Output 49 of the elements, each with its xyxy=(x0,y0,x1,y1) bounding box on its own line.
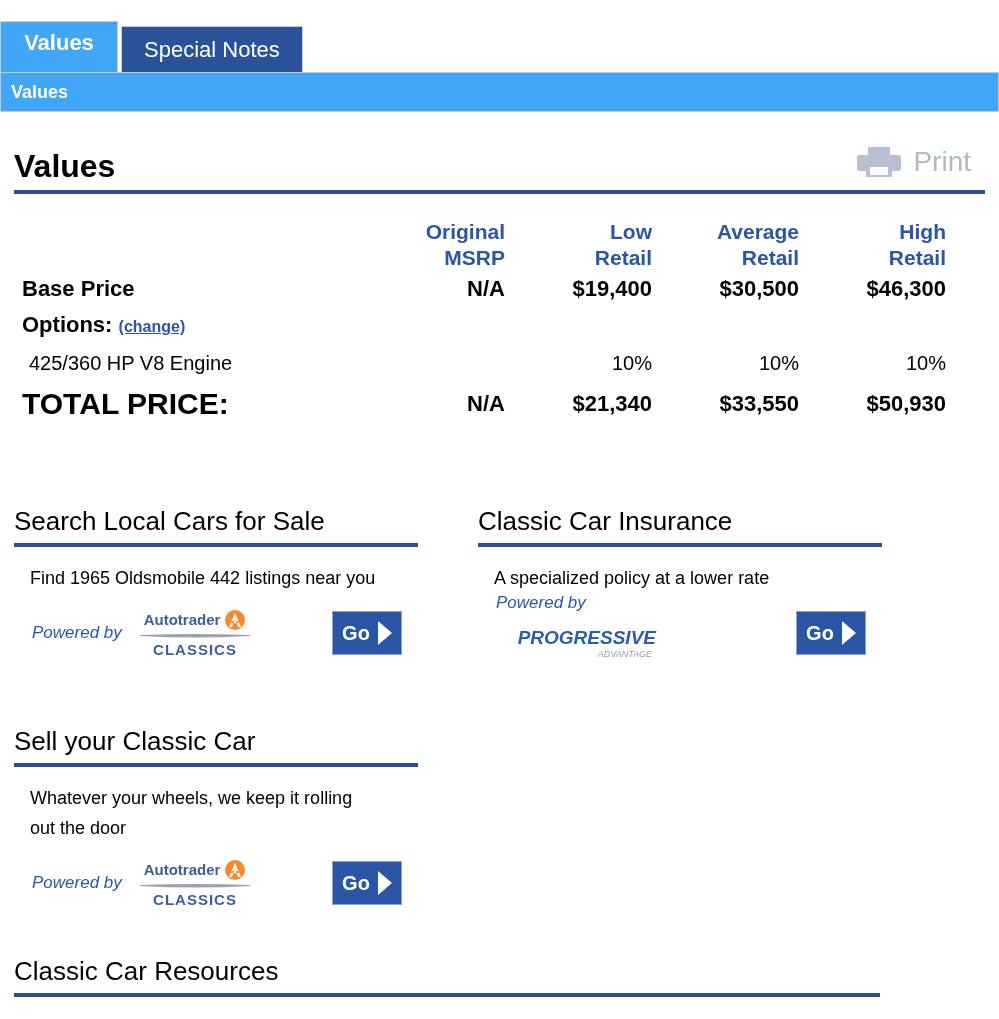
logo-wordmark: Autotrader xyxy=(143,611,221,628)
arrow-icon xyxy=(377,871,392,895)
table-cell-text: 10% xyxy=(904,351,946,376)
powered-by-label: Powered by xyxy=(496,593,588,613)
panel-text: out the door xyxy=(30,817,128,840)
section-title: Values xyxy=(14,147,116,186)
subheader-title: Values xyxy=(11,81,69,103)
table-cell-text: $33,550 xyxy=(718,390,799,418)
panel-title: Classic Car Insurance xyxy=(478,505,882,547)
table-cell-text: $50,930 xyxy=(865,390,946,418)
arrow-icon xyxy=(377,621,392,645)
table-cell-text: 10% xyxy=(757,351,799,376)
panel-text: Whatever your wheels, we keep it rolling xyxy=(30,787,354,810)
table-cell-text: $46,300 xyxy=(865,275,946,303)
column-header: Original MSRP xyxy=(424,219,505,271)
logo-subtitle: CLASSICS xyxy=(153,640,237,658)
table-cell-text: $19,400 xyxy=(571,275,652,303)
logo-icon xyxy=(224,608,247,631)
go-button[interactable]: Go xyxy=(332,611,402,655)
table-cell-text: $30,500 xyxy=(718,275,799,303)
logo-wordmark: Autotrader xyxy=(143,861,221,878)
go-button[interactable]: Go xyxy=(796,611,866,655)
powered-by-label: Powered by xyxy=(32,623,124,643)
logo-subtitle: ADVANTAGE xyxy=(597,649,652,659)
logo-wordmark: PROGRESSIVE xyxy=(517,627,656,649)
tab[interactable]: Special Notes xyxy=(121,26,303,72)
panel-title: Search Local Cars for Sale xyxy=(14,505,418,547)
table-cell-text: N/A xyxy=(466,390,505,418)
logo-icon xyxy=(224,858,247,881)
logo-subtitle: CLASSICS xyxy=(153,890,237,908)
change-link[interactable]: (change) xyxy=(118,318,186,335)
panel-text: A specialized policy at a lower rate xyxy=(494,567,771,590)
panel-title: Classic Car Resources xyxy=(14,955,880,997)
arrow-icon xyxy=(841,621,856,645)
row-label: 425/360 HP V8 Engine xyxy=(28,351,234,376)
table-cell-text: N/A xyxy=(466,275,505,303)
row-label: TOTAL PRICE: xyxy=(22,386,230,422)
column-header: Average Retail xyxy=(715,219,799,271)
table-cell-text: $21,340 xyxy=(571,390,652,418)
column-header: Low Retail xyxy=(593,219,652,271)
panel-text: Find 1965 Oldsmobile 442 listings near you xyxy=(30,567,377,590)
powered-by-label: Powered by xyxy=(32,873,124,893)
column-header: High Retail xyxy=(887,219,946,271)
row-label: Base Price xyxy=(22,275,136,303)
panel-title: Sell your Classic Car xyxy=(14,725,418,767)
options-label: Options: (change) xyxy=(22,311,187,339)
printer-icon xyxy=(857,147,902,177)
go-button[interactable]: Go xyxy=(332,861,402,905)
table-cell-text: 10% xyxy=(610,351,652,376)
